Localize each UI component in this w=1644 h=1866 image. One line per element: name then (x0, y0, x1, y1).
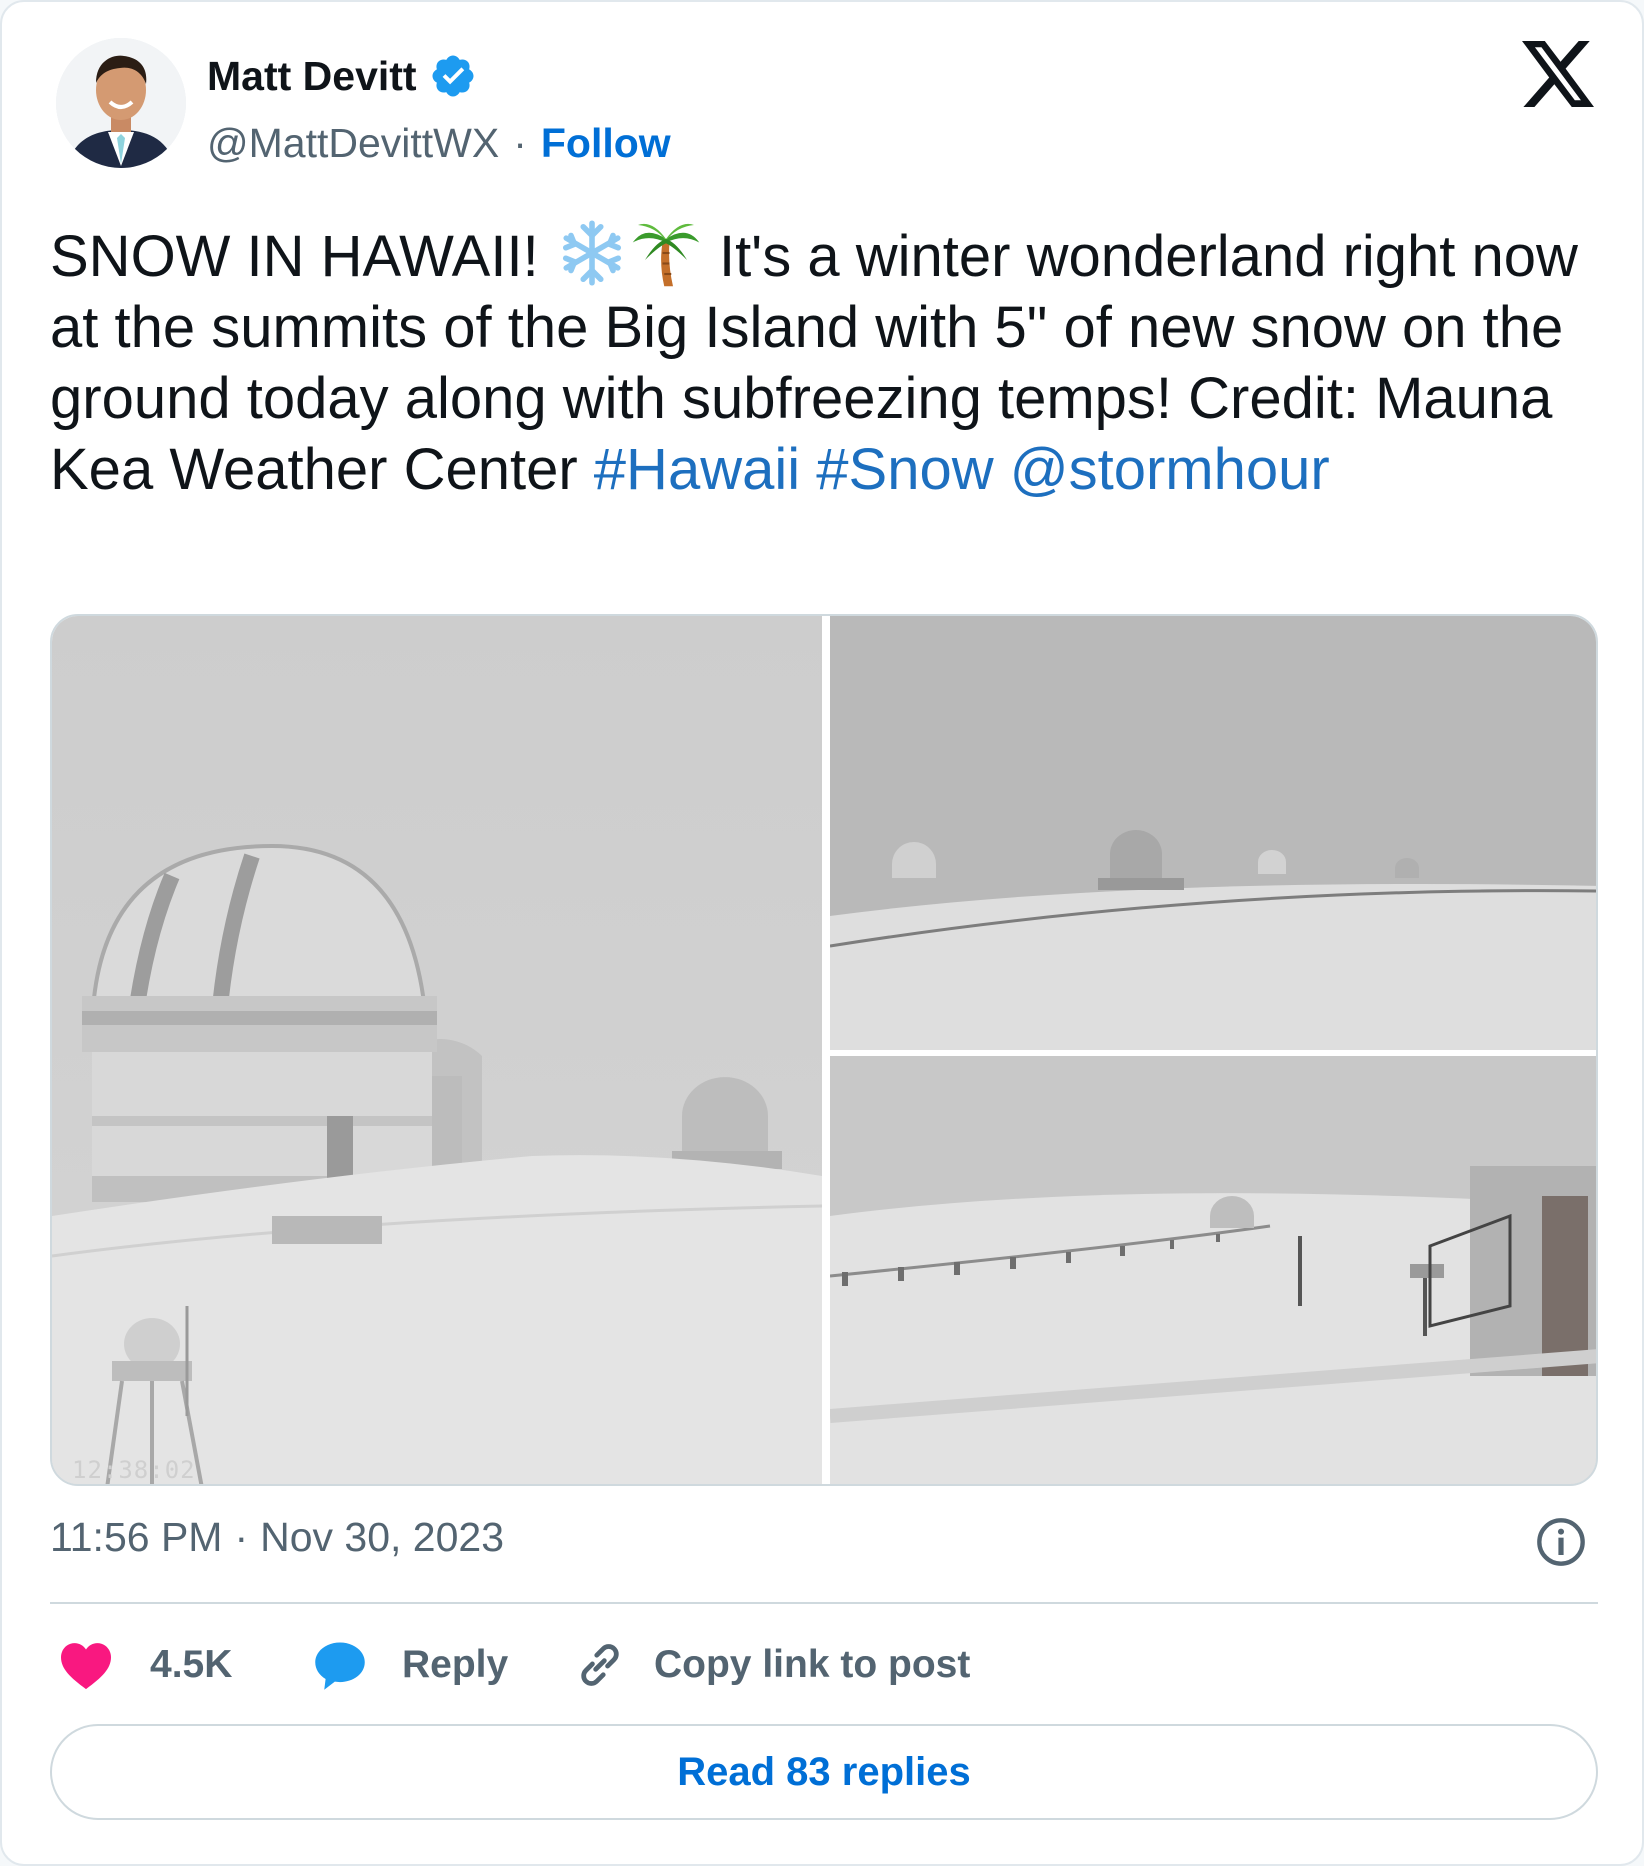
copy-link-button[interactable]: Copy link to post (574, 1630, 970, 1700)
snowflake-icon (562, 220, 621, 286)
info-icon[interactable] (1535, 1516, 1587, 1568)
mention-stormhour-link[interactable]: @stormhour (1010, 437, 1330, 502)
post-timestamp[interactable]: 11:56 PM · Nov 30, 2023 (50, 1514, 504, 1561)
author-handle[interactable]: @MattDevittWX (207, 120, 499, 167)
photo-snowy-road[interactable] (830, 1056, 1596, 1484)
post-time: 11:56 PM (50, 1514, 223, 1560)
divider (50, 1602, 1598, 1604)
hashtag-snow-link[interactable]: #Snow (816, 437, 993, 502)
photo-observatory-dome[interactable]: 12:38:02 (52, 616, 822, 1484)
handle-row: @MattDevittWX · Follow (207, 120, 671, 167)
tweet-text-part-1: SNOW IN HAWAII! (50, 224, 539, 289)
time-separator: · (234, 1514, 249, 1560)
like-count: 4.5K (150, 1643, 233, 1686)
link-icon (581, 1644, 619, 1686)
copy-link-label: Copy link to post (654, 1643, 971, 1686)
tweet-text: SNOW IN HAWAII! It's a winter wonderland… (50, 218, 1610, 505)
heart-icon (61, 1643, 111, 1690)
author-avatar[interactable] (56, 38, 186, 168)
verified-badge-icon (432, 55, 474, 97)
x-logo-icon[interactable] (1522, 40, 1594, 108)
author-name-row[interactable]: Matt Devitt (207, 52, 477, 100)
tweet-card: Matt Devitt @MattDevittWX · Follow SNOW … (0, 0, 1644, 1866)
reply-button[interactable]: Reply (312, 1630, 508, 1700)
read-replies-button[interactable]: Read 83 replies (50, 1724, 1598, 1820)
follow-button[interactable]: Follow (541, 120, 671, 167)
media-grid: 12:38:02 (50, 614, 1598, 1486)
reply-bubble-icon (315, 1642, 365, 1690)
reply-label: Reply (402, 1643, 509, 1686)
photo-summit-ridge[interactable] (830, 616, 1596, 1050)
hashtag-hawaii-link[interactable]: #Hawaii (594, 437, 800, 502)
author-name[interactable]: Matt Devitt (207, 53, 417, 100)
palm-tree-icon (632, 223, 700, 287)
handle-separator: · (513, 120, 527, 166)
like-button[interactable]: 4.5K (58, 1630, 232, 1700)
photo-timestamp: 12:38:02 (72, 1456, 196, 1484)
post-date: Nov 30, 2023 (260, 1514, 505, 1560)
